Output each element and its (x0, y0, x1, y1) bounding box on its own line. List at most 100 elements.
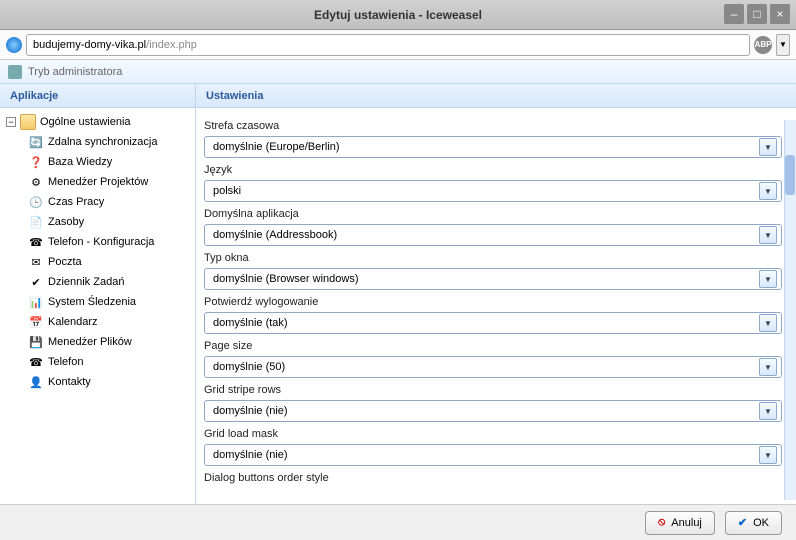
tree-item-label: Menedżer Projektów (48, 176, 148, 188)
cancel-label: Anuluj (671, 517, 702, 529)
ok-icon: ✔ (738, 516, 747, 529)
app-tree: − Ogólne ustawienia 🔄 Zdalna synchronizac… (0, 108, 195, 504)
tree-item-icon: 📊 (28, 294, 44, 310)
field-label-4: Potwierdź wylogowanie (204, 296, 782, 308)
tree-item-icon: ❓ (28, 154, 44, 170)
url-path: /index.php (146, 39, 197, 51)
sidebar-item-6[interactable]: ✉ Poczta (0, 252, 195, 272)
abp-icon[interactable]: ABP (754, 36, 772, 54)
field-label-3: Typ okna (204, 252, 782, 264)
tree-item-label: Zdalna synchronizacja (48, 136, 157, 148)
select-value: domyślnie (tak) (213, 317, 288, 329)
field-label-2: Domyślna aplikacja (204, 208, 782, 220)
sidebar-item-9[interactable]: 📅Kalendarz (0, 312, 195, 332)
cancel-icon: ⦸ (658, 516, 665, 529)
chevron-down-icon[interactable]: ▼ (759, 446, 777, 464)
admin-mode-label[interactable]: Tryb administratora (28, 66, 122, 78)
sidebar-item-2[interactable]: ⚙ Menedżer Projektów (0, 172, 195, 192)
tree-item-icon: ⚙ (28, 174, 44, 190)
select-value: domyślnie (nie) (213, 449, 288, 461)
chevron-down-icon[interactable]: ▼ (759, 270, 777, 288)
tree-item-label: Telefon - Konfiguracja (48, 236, 154, 248)
field-select-4[interactable]: domyślnie (tak) ▼ (204, 312, 782, 334)
tree-item-label: Kalendarz (48, 316, 98, 328)
scrollbar-thumb[interactable] (785, 155, 795, 195)
globe-icon (6, 37, 22, 53)
minimize-button[interactable]: – (724, 4, 744, 24)
cancel-button[interactable]: ⦸ Anuluj (645, 511, 715, 535)
window-title: Edytuj ustawienia - Iceweasel (314, 8, 482, 22)
chevron-down-icon[interactable]: ▼ (759, 402, 777, 420)
field-label-1: Język (204, 164, 782, 176)
sidebar-item-10[interactable]: 💾 Menedżer Plików (0, 332, 195, 352)
field-select-3[interactable]: domyślnie (Browser windows) ▼ (204, 268, 782, 290)
field-select-6[interactable]: domyślnie (nie) ▼ (204, 400, 782, 422)
admin-icon (8, 65, 22, 79)
tree-root-label: Ogólne ustawienia (40, 116, 131, 128)
tree-item-icon: ☎ (28, 234, 44, 250)
form-scroll[interactable]: Strefa czasowadomyślnie (Europe/Berlin)▼… (196, 108, 796, 504)
tree-item-label: Zasoby (48, 216, 84, 228)
footer: ⦸ Anuluj ✔ OK (0, 504, 796, 540)
sidebar-item-0[interactable]: 🔄 Zdalna synchronizacja (0, 132, 195, 152)
sidebar-item-12[interactable]: 👤 Kontakty (0, 372, 195, 392)
field-select-2[interactable]: domyślnie (Addressbook) ▼ (204, 224, 782, 246)
tree-item-label: System Śledzenia (48, 296, 136, 308)
chevron-down-icon[interactable]: ▼ (759, 358, 777, 376)
tree-item-icon: ✉ (28, 254, 44, 270)
chevron-down-icon[interactable]: ▼ (759, 138, 777, 156)
tree-item-icon: 📄 (28, 214, 44, 230)
sidebar-item-5[interactable]: ☎ Telefon - Konfiguracja (0, 232, 195, 252)
close-button[interactable]: × (770, 4, 790, 24)
tree-item-icon: ☎ (28, 354, 44, 370)
folder-icon (20, 114, 36, 130)
select-value: polski (213, 185, 241, 197)
tree-item-icon: ✔ (28, 274, 44, 290)
field-select-1[interactable]: polski ▼ (204, 180, 782, 202)
sidebar-item-8[interactable]: 📊 System Śledzenia (0, 292, 195, 312)
tree-item-label: Kontakty (48, 376, 91, 388)
sidebar: Aplikacje − Ogólne ustawienia 🔄 Zdalna sy… (0, 84, 196, 504)
sidebar-item-4[interactable]: 📄 Zasoby (0, 212, 195, 232)
tree-item-label: Baza Wiedzy (48, 156, 112, 168)
select-value: domyślnie (Addressbook) (213, 229, 337, 241)
select-value: domyślnie (Europe/Berlin) (213, 141, 340, 153)
field-select-7[interactable]: domyślnie (nie) ▼ (204, 444, 782, 466)
field-label-5: Page size (204, 340, 782, 352)
chevron-down-icon[interactable]: ▼ (759, 226, 777, 244)
maximize-button[interactable]: □ (747, 4, 767, 24)
sidebar-header: Aplikacje (0, 84, 195, 108)
tree-item-icon: 💾 (28, 334, 44, 350)
tree-root[interactable]: − Ogólne ustawienia (0, 112, 195, 132)
tree-item-icon: 🔄 (28, 134, 44, 150)
main-area: Aplikacje − Ogólne ustawienia 🔄 Zdalna sy… (0, 84, 796, 504)
window-controls: – □ × (724, 4, 790, 24)
sidebar-item-1[interactable]: ❓ Baza Wiedzy (0, 152, 195, 172)
chevron-down-icon[interactable]: ▼ (759, 182, 777, 200)
field-select-0[interactable]: domyślnie (Europe/Berlin) ▼ (204, 136, 782, 158)
tree-item-label: Menedżer Plików (48, 336, 132, 348)
sidebar-item-11[interactable]: ☎Telefon (0, 352, 195, 372)
tree-item-icon: 👤 (28, 374, 44, 390)
field-label-8: Dialog buttons order style (204, 472, 782, 484)
url-input[interactable]: budujemy-domy-vika.pl/index.php (26, 34, 750, 56)
select-value: domyślnie (Browser windows) (213, 273, 359, 285)
field-label-6: Grid stripe rows (204, 384, 782, 396)
window-titlebar: Edytuj ustawienia - Iceweasel – □ × (0, 0, 796, 30)
field-select-5[interactable]: domyślnie (50)▼ (204, 356, 782, 378)
ok-button[interactable]: ✔ OK (725, 511, 782, 535)
dropdown-icon[interactable]: ▼ (776, 34, 790, 56)
app-toolbar: Tryb administratora (0, 60, 796, 84)
select-value: domyślnie (nie) (213, 405, 288, 417)
chevron-down-icon[interactable]: ▼ (759, 314, 777, 332)
url-host: budujemy-domy-vika.pl (33, 39, 146, 51)
content-header: Ustawienia (196, 84, 796, 108)
tree-item-label: Dziennik Zadań (48, 276, 124, 288)
content-panel: Ustawienia Strefa czasowadomyślnie (Euro… (196, 84, 796, 504)
sidebar-item-7[interactable]: ✔ Dziennik Zadań (0, 272, 195, 292)
ok-label: OK (753, 517, 769, 529)
sidebar-item-3[interactable]: 🕒Czas Pracy (0, 192, 195, 212)
tree-item-label: Poczta (48, 256, 82, 268)
collapse-icon[interactable]: − (6, 117, 16, 127)
tree-item-label: Czas Pracy (48, 196, 104, 208)
